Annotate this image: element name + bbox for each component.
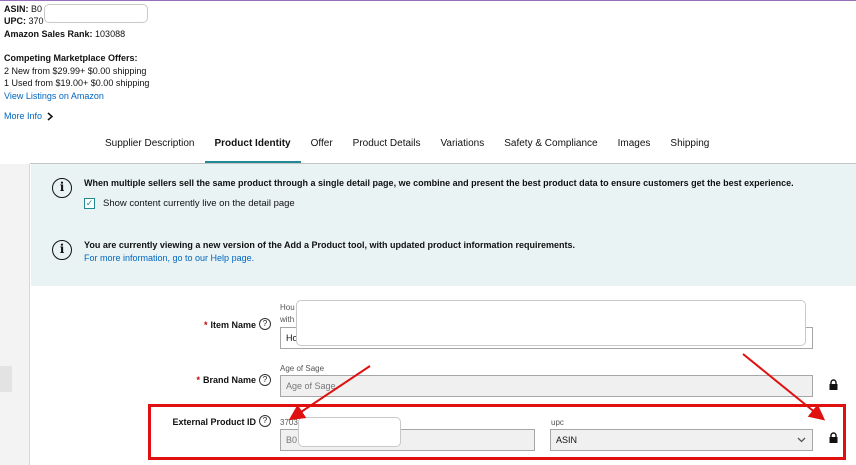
help-page-link[interactable]: For more information, go to our Help pag… <box>84 253 254 263</box>
top-border <box>0 0 856 1</box>
asin-row: ASIN: B0 <box>4 4 42 14</box>
upc-label: UPC: <box>4 16 26 26</box>
more-info-link[interactable]: More Info <box>4 111 54 121</box>
tab-shipping[interactable]: Shipping <box>660 128 719 164</box>
chevron-right-icon <box>47 111 54 121</box>
brand-name-hint: Age of Sage <box>280 364 325 373</box>
offers-used: 1 Used from $19.00+ $0.00 shipping <box>4 78 150 88</box>
left-panel <box>0 164 30 465</box>
brand-name-label: * Brand Name <box>150 375 256 385</box>
offers-new: 2 New from $29.99+ $0.00 shipping <box>4 66 147 76</box>
help-icon[interactable]: ? <box>259 374 271 386</box>
sales-rank-value: 103088 <box>95 29 126 39</box>
offers-title: Competing Marketplace Offers: <box>4 53 138 63</box>
info-icon: i <box>52 178 72 198</box>
item-name-hint-2: with <box>280 315 295 324</box>
item-name-hint-1: Hou <box>280 303 295 312</box>
asin-value: B0 <box>31 4 43 14</box>
tab-variations[interactable]: Variations <box>430 128 494 164</box>
upc-row: UPC: 370 <box>4 16 44 26</box>
asin-label: ASIN: <box>4 4 29 14</box>
help-icon[interactable]: ? <box>259 318 271 330</box>
required-asterisk: * <box>196 375 200 385</box>
item-name-label: * Item Name <box>150 320 256 330</box>
tab-images[interactable]: Images <box>608 128 661 164</box>
sales-rank-label: Amazon Sales Rank: <box>4 29 93 39</box>
lock-icon <box>829 379 838 390</box>
redaction-box <box>44 4 148 23</box>
more-info-label: More Info <box>4 111 43 121</box>
item-name-label-text: Item Name <box>210 320 256 330</box>
tab-bar: Supplier Description Product Identity Offe… <box>95 128 719 164</box>
required-asterisk: * <box>203 320 208 330</box>
banner-message-1: When multiple sellers sell the same prod… <box>84 178 794 188</box>
tab-product-details[interactable]: Product Details <box>343 128 431 164</box>
info-icon: i <box>52 240 72 260</box>
redaction-box <box>296 300 806 346</box>
brand-name-input[interactable]: Age of Sage <box>280 375 813 397</box>
tab-offer[interactable]: Offer <box>301 128 343 164</box>
view-listings-link[interactable]: View Listings on Amazon <box>4 91 104 101</box>
tab-safety-compliance[interactable]: Safety & Compliance <box>494 128 607 164</box>
annotation-box <box>148 404 846 460</box>
checkbox[interactable]: ✓ <box>84 198 95 209</box>
tab-product-identity[interactable]: Product Identity <box>204 128 301 164</box>
brand-name-label-text: Brand Name <box>202 375 256 385</box>
side-scroll-handle[interactable] <box>0 366 12 392</box>
banner-message-2: You are currently viewing a new version … <box>84 240 576 250</box>
sales-rank-row: Amazon Sales Rank: 103088 <box>4 29 125 39</box>
live-content-checkbox-row[interactable]: ✓ Show content currently live on the det… <box>84 198 295 209</box>
upc-value: 370 <box>28 16 44 26</box>
tab-supplier-description[interactable]: Supplier Description <box>95 128 205 164</box>
checkbox-label: Show content currently live on the detai… <box>103 198 295 209</box>
